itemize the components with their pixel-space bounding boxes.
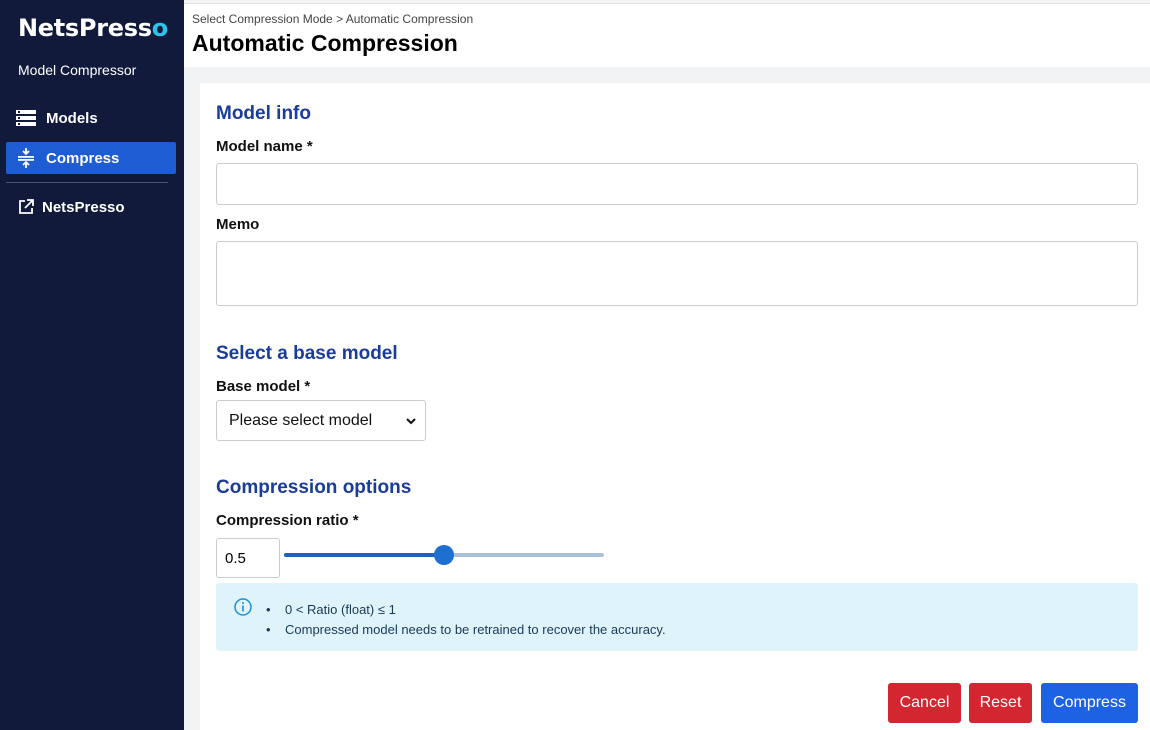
sidebar-item-compress[interactable]: Compress (6, 142, 176, 174)
model-info-title: Model info (216, 103, 311, 124)
brand-logo-accent: o (151, 14, 169, 42)
slider-fill (284, 553, 444, 557)
compression-ratio-label: Compression ratio * (216, 512, 359, 529)
sidebar-item-label: NetsPresso (42, 198, 125, 216)
base-model-selected: Please select model (229, 411, 373, 429)
brand-subtitle: Model Compressor (18, 62, 137, 78)
sidebar-item-netspresso[interactable]: NetsPresso (6, 191, 176, 223)
chevron-down-icon (405, 414, 417, 432)
reset-button[interactable]: Reset (969, 683, 1032, 723)
sidebar: NetsPresso Model Compressor Models Compr… (0, 0, 184, 730)
compression-ratio-input[interactable]: 0.5 (216, 538, 280, 578)
external-link-icon (16, 197, 36, 217)
info-list: 0 < Ratio (float) ≤ 1 Compressed model n… (266, 600, 666, 640)
base-model-title: Select a base model (216, 343, 398, 364)
memo-textarea[interactable] (216, 241, 1138, 306)
model-name-label: Model name * (216, 138, 313, 155)
model-name-input[interactable] (216, 163, 1138, 205)
compression-ratio-slider[interactable] (284, 545, 604, 565)
compression-form: Model info Model name * Memo Select a ba… (200, 83, 1150, 730)
sidebar-item-label: Compress (46, 149, 120, 167)
cancel-button[interactable]: Cancel (888, 683, 961, 723)
sidebar-divider (6, 182, 168, 183)
compression-options-title: Compression options (216, 477, 412, 498)
compression-info-box: 0 < Ratio (float) ≤ 1 Compressed model n… (216, 583, 1138, 651)
breadcrumb[interactable]: Select Compression Mode > Automatic Comp… (192, 12, 473, 26)
base-model-label: Base model * (216, 378, 311, 395)
info-item: Compressed model needs to be retrained t… (266, 620, 666, 640)
brand-logo-text: NetsPress (18, 14, 152, 42)
info-icon (234, 598, 252, 621)
base-model-select[interactable]: Please select model (216, 400, 426, 441)
list-icon (16, 108, 36, 128)
compress-icon (16, 148, 36, 168)
memo-label: Memo (216, 216, 260, 233)
brand-logo[interactable]: NetsPresso (18, 14, 168, 42)
page-header: Select Compression Mode > Automatic Comp… (184, 3, 1150, 67)
sidebar-item-label: Models (46, 109, 98, 127)
compress-button[interactable]: Compress (1041, 683, 1138, 723)
info-item: 0 < Ratio (float) ≤ 1 (266, 600, 666, 620)
page-title: Automatic Compression (192, 30, 458, 56)
sidebar-item-models[interactable]: Models (6, 102, 176, 134)
slider-thumb[interactable] (434, 545, 454, 565)
